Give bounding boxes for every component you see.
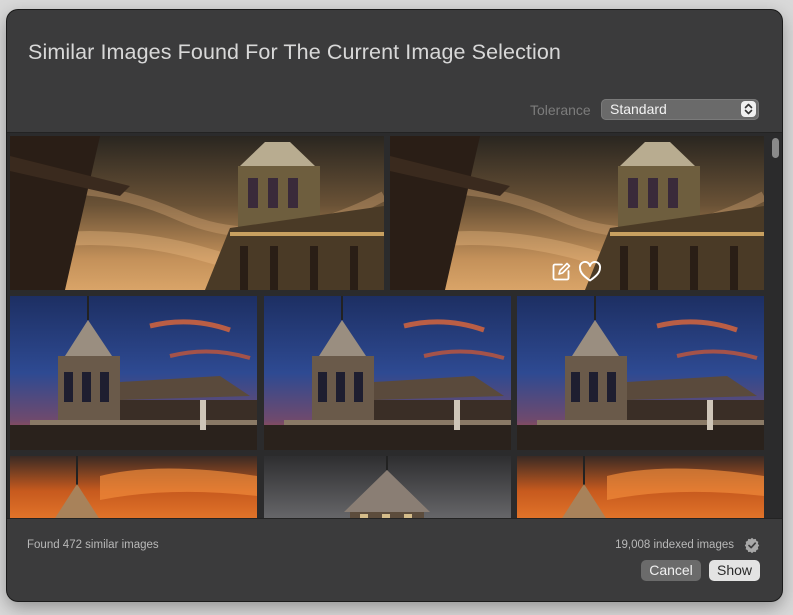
image-thumbnail[interactable] bbox=[10, 296, 257, 450]
tolerance-value: Standard bbox=[610, 101, 667, 117]
up-down-chevron-icon bbox=[741, 101, 756, 117]
image-grid bbox=[7, 132, 782, 519]
dialog-title: Similar Images Found For The Current Ima… bbox=[28, 40, 561, 64]
scrollbar-thumb[interactable] bbox=[772, 138, 779, 158]
image-thumbnail[interactable] bbox=[264, 456, 511, 518]
image-thumbnail[interactable] bbox=[390, 136, 764, 290]
tolerance-select[interactable]: Standard bbox=[601, 99, 759, 120]
cancel-button[interactable]: Cancel bbox=[641, 560, 701, 581]
edit-icon[interactable] bbox=[550, 261, 572, 283]
image-thumbnail[interactable] bbox=[264, 296, 511, 450]
similar-images-dialog: Similar Images Found For The Current Ima… bbox=[7, 10, 782, 601]
heart-icon[interactable] bbox=[578, 261, 602, 283]
image-thumbnail[interactable] bbox=[517, 296, 764, 450]
grid-scrollbar[interactable] bbox=[772, 137, 779, 511]
indexed-count: 19,008 indexed images bbox=[615, 539, 734, 551]
image-thumbnail[interactable] bbox=[10, 136, 384, 290]
show-button[interactable]: Show bbox=[709, 560, 760, 581]
verified-badge-icon bbox=[744, 537, 760, 558]
tolerance-label: Tolerance bbox=[530, 102, 591, 118]
found-count: Found 472 similar images bbox=[27, 539, 159, 551]
image-thumbnail[interactable] bbox=[517, 456, 764, 518]
image-thumbnail[interactable] bbox=[10, 456, 257, 518]
